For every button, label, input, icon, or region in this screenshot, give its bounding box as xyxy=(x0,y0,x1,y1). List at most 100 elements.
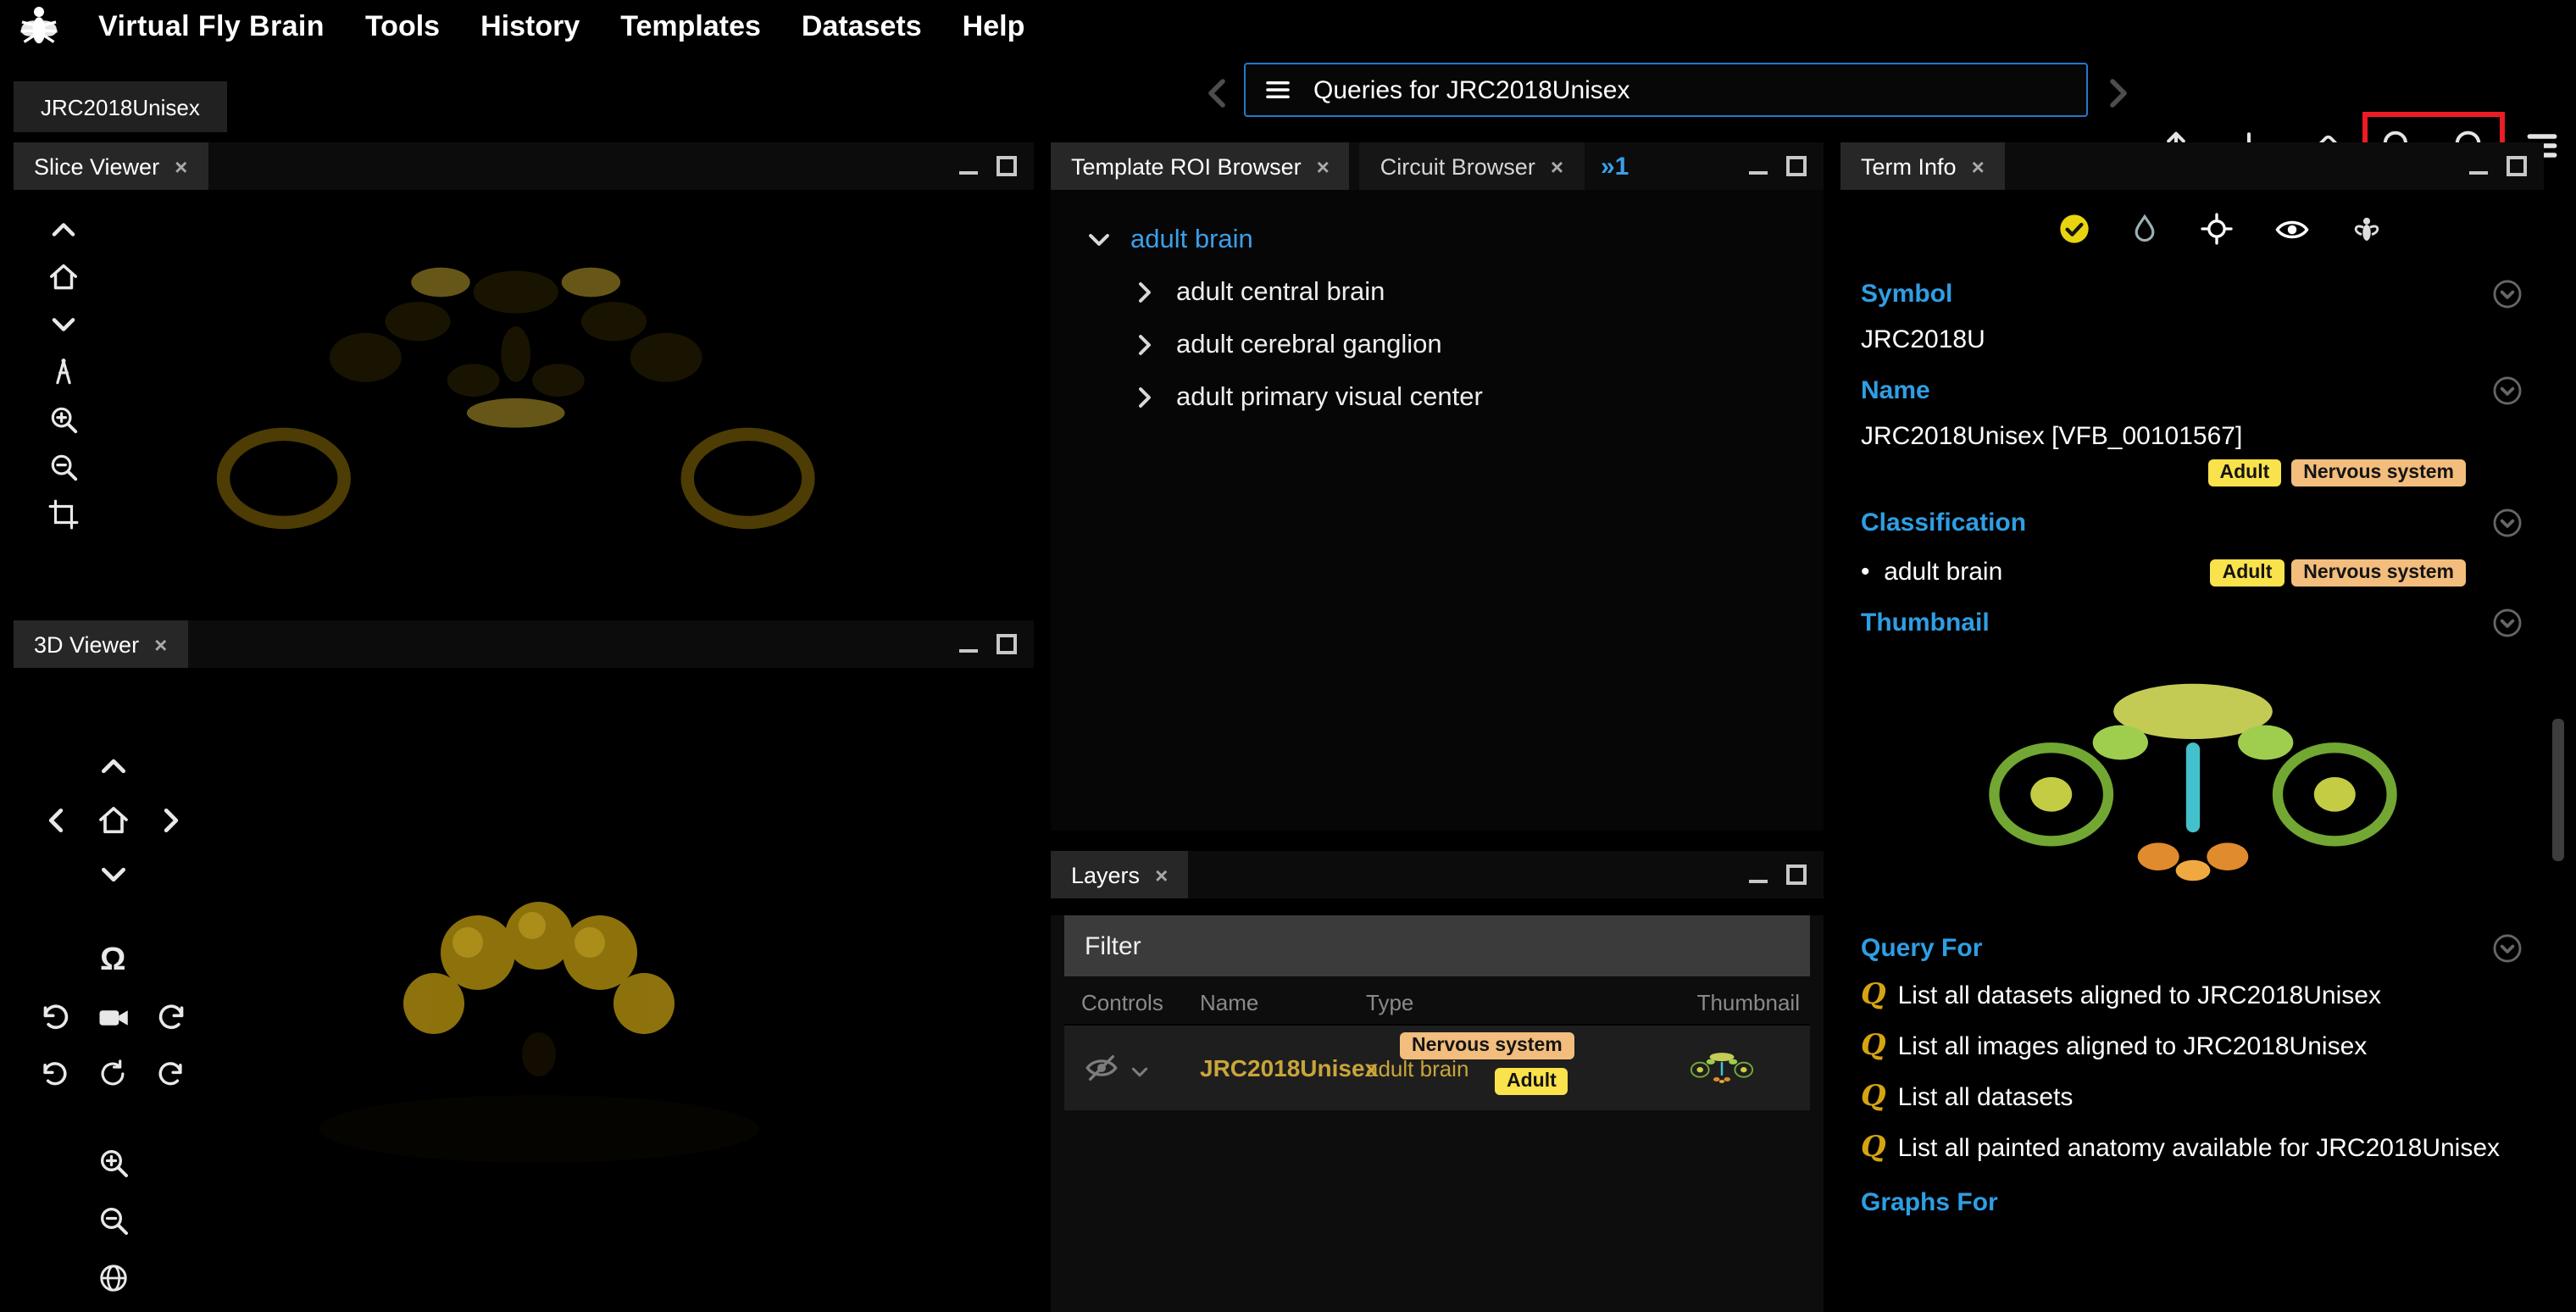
menu-templates[interactable]: Templates xyxy=(620,10,761,44)
crop-tool-button[interactable] xyxy=(47,498,80,531)
close-icon[interactable]: × xyxy=(1972,153,1985,179)
maximize-icon[interactable] xyxy=(2507,156,2527,176)
maximize-icon[interactable] xyxy=(997,634,1017,654)
chevron-right-icon[interactable] xyxy=(1130,382,1159,413)
query-link[interactable]: QList all datasets aligned to JRC2018Uni… xyxy=(1861,976,2523,1015)
minimize-icon[interactable] xyxy=(959,649,978,653)
search-next-icon[interactable] xyxy=(2098,73,2139,114)
layer-thumbnail-image[interactable] xyxy=(1685,1048,1759,1088)
maximize-icon[interactable] xyxy=(1786,156,1807,176)
brand-link[interactable]: Virtual Fly Brain xyxy=(98,10,325,44)
search-prev-icon[interactable] xyxy=(1196,73,1237,114)
3d-viewer-tab[interactable]: 3D Viewer × xyxy=(14,620,187,668)
fly-icon[interactable] xyxy=(2349,212,2384,247)
tree-node-adult-primary-visual-center[interactable]: adult primary visual center xyxy=(1130,371,1824,424)
symbol-value: JRC2018U xyxy=(1861,325,2523,354)
collapse-chevron-icon[interactable] xyxy=(2491,278,2523,310)
query-search-input[interactable] xyxy=(1310,74,2069,106)
maximize-icon[interactable] xyxy=(997,156,1017,176)
rotate-right-button[interactable] xyxy=(154,803,188,837)
zoom-in-button[interactable] xyxy=(97,1146,130,1180)
tree-node-adult-central-brain[interactable]: adult central brain xyxy=(1130,266,1824,319)
tilt-down-button[interactable] xyxy=(97,858,130,892)
roi-tree: adult brain adult central brain adult ce… xyxy=(1051,190,1824,424)
eye-icon[interactable] xyxy=(2274,212,2310,247)
term-info-tab[interactable]: Term Info × xyxy=(1840,142,2005,190)
collapse-chevron-icon[interactable] xyxy=(2491,375,2523,407)
close-icon[interactable]: × xyxy=(175,153,187,179)
slice-down-button[interactable] xyxy=(47,309,80,341)
visibility-toggle-icon[interactable] xyxy=(1085,1051,1119,1085)
collapse-chevron-icon[interactable] xyxy=(2491,507,2523,539)
layers-filter-input[interactable]: Filter xyxy=(1064,915,1810,976)
section-classification: Classification xyxy=(1861,509,2026,537)
collapse-chevron-icon[interactable] xyxy=(2491,932,2523,965)
tree-node-adult-brain[interactable]: adult brain xyxy=(1085,214,1824,266)
query-link[interactable]: QList all painted anatomy available for … xyxy=(1861,1129,2523,1168)
roll-ccw-button[interactable] xyxy=(39,1000,73,1034)
flip-view-button[interactable]: Ω xyxy=(100,942,125,980)
slice-viewer-header: Slice Viewer × xyxy=(14,142,1034,190)
query-q-icon: Q xyxy=(1861,1080,1886,1114)
measure-tool-button[interactable] xyxy=(47,356,80,388)
zoom-in-button[interactable] xyxy=(47,403,80,436)
close-icon[interactable]: × xyxy=(154,631,167,657)
3d-viewer-canvas[interactable]: Ω xyxy=(14,668,1034,1312)
home-view-button[interactable] xyxy=(97,803,130,837)
menu-tools[interactable]: Tools xyxy=(365,10,440,44)
slice-viewer-canvas[interactable] xyxy=(14,190,1034,603)
wireframe-button[interactable] xyxy=(97,1261,130,1295)
droplet-icon[interactable] xyxy=(2129,212,2161,244)
spin-ccw-button[interactable] xyxy=(39,1058,71,1090)
chevron-right-icon[interactable] xyxy=(1130,330,1159,360)
menu-history[interactable]: History xyxy=(480,10,580,44)
tilt-up-button[interactable] xyxy=(97,749,130,783)
query-link[interactable]: QList all images aligned to JRC2018Unise… xyxy=(1861,1027,2523,1066)
slice-viewer-tab[interactable]: Slice Viewer × xyxy=(14,142,208,190)
classification-term[interactable]: adult brain xyxy=(1884,557,2002,586)
layer-name[interactable]: JRC2018Unisex xyxy=(1200,1054,1378,1081)
rotate-left-button[interactable] xyxy=(39,803,73,837)
collapse-chevron-icon[interactable] xyxy=(2491,607,2523,639)
query-link[interactable]: QList all datasets xyxy=(1861,1078,2523,1117)
search-menu-icon[interactable] xyxy=(1263,75,1293,105)
close-icon[interactable]: × xyxy=(1155,862,1168,887)
more-tabs-button[interactable]: »1 xyxy=(1584,152,1646,181)
slice-home-button[interactable] xyxy=(47,261,80,293)
minimize-icon[interactable] xyxy=(1749,880,1768,883)
tab-circuit-browser[interactable]: Circuit Browser × xyxy=(1360,142,1584,190)
tab-template-roi-browser[interactable]: Template ROI Browser × xyxy=(1051,142,1350,190)
check-badge-icon[interactable] xyxy=(2057,212,2091,246)
zoom-out-button[interactable] xyxy=(47,451,80,483)
minimize-icon[interactable] xyxy=(2469,171,2488,175)
close-icon[interactable]: × xyxy=(1317,153,1330,179)
spin-cw-button[interactable] xyxy=(154,1058,186,1090)
chevron-down-icon[interactable] xyxy=(1085,225,1113,255)
term-thumbnail-image[interactable] xyxy=(1950,653,2434,912)
reset-rotation-button[interactable] xyxy=(97,1058,129,1090)
center-target-icon[interactable] xyxy=(2200,212,2234,246)
slice-up-button[interactable] xyxy=(47,214,80,246)
maximize-icon[interactable] xyxy=(1786,864,1807,885)
chevron-down-icon[interactable] xyxy=(1129,1058,1151,1088)
section-thumbnail: Thumbnail xyxy=(1861,609,1990,637)
section-name: Name xyxy=(1861,376,1930,405)
document-tab[interactable]: JRC2018Unisex xyxy=(14,81,227,132)
menu-datasets[interactable]: Datasets xyxy=(802,10,922,44)
roi-browser-header: Template ROI Browser × Circuit Browser ×… xyxy=(1051,142,1824,190)
snapshot-button[interactable] xyxy=(97,1000,132,1036)
minimize-icon[interactable] xyxy=(1749,171,1768,175)
vfb-fly-logo-icon[interactable] xyxy=(14,2,64,53)
menu-help[interactable]: Help xyxy=(963,10,1025,44)
close-icon[interactable]: × xyxy=(1551,153,1563,179)
roll-cw-button[interactable] xyxy=(154,1000,188,1034)
term-info-header: Term Info × xyxy=(1840,142,2544,190)
layers-tab[interactable]: Layers × xyxy=(1051,851,1188,898)
layer-row[interactable]: JRC2018Unisex adult brain Nervous system… xyxy=(1064,1024,1810,1110)
3d-viewer-panel: 3D Viewer × Ω xyxy=(14,620,1034,1312)
zoom-out-button[interactable] xyxy=(97,1204,130,1237)
chevron-right-icon[interactable] xyxy=(1130,277,1159,308)
scrollbar-thumb[interactable] xyxy=(2552,719,2564,861)
tree-node-adult-cerebral-ganglion[interactable]: adult cerebral ganglion xyxy=(1130,319,1824,371)
minimize-icon[interactable] xyxy=(959,171,978,175)
